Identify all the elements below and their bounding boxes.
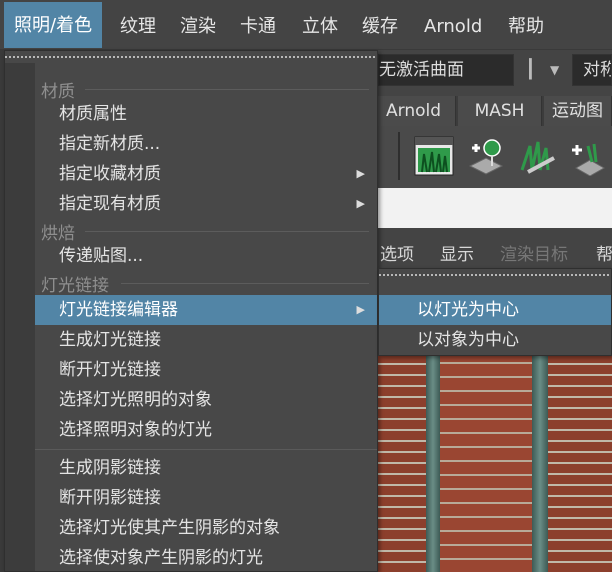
shelf-tabs: Arnold MASH 运动图 (378, 96, 612, 126)
menu-help[interactable]: 帮助 (498, 8, 554, 46)
add-scatter-icon[interactable] (568, 136, 608, 177)
shelf (378, 126, 612, 188)
menu-item-label: 灯光链接编辑器 (59, 300, 178, 320)
live-surface-field[interactable]: 无激活曲面 (378, 54, 514, 86)
chevron-down-icon[interactable]: ▼ (550, 56, 566, 84)
submenu-arrow-icon: ▶ (356, 303, 365, 316)
pillar (426, 356, 440, 572)
menu-arnold[interactable]: Arnold (414, 8, 492, 46)
menu-item-select-lights-illuminating[interactable]: 选择照明对象的灯光 (35, 415, 377, 445)
menu-item-label: 指定收藏材质 (59, 164, 161, 184)
pillar (532, 356, 548, 572)
menu-item-select-shadow-lights[interactable]: 选择使对象产生阴影的灯光 (35, 543, 377, 572)
submenu-arrow-icon: ▶ (356, 167, 365, 180)
shelf-tab-arnold[interactable]: Arnold (378, 96, 456, 126)
menu-item-transfer-maps[interactable]: 传递贴图... (35, 241, 377, 271)
shelf-tab-mash[interactable]: MASH (458, 96, 542, 126)
menu-item-label: 指定现有材质 (59, 194, 161, 214)
menu-toon[interactable]: 卡通 (230, 8, 286, 46)
menu-item-select-shadow-objects[interactable]: 选择灯光使其产生阴影的对象 (35, 513, 377, 543)
panel-menu-render-target[interactable]: 渲染目标 (500, 240, 568, 265)
lighting-shading-menu: 材质 材质属性 指定新材质... 指定收藏材质 ▶ 指定现有材质 ▶ 烘焙 传递… (4, 50, 378, 572)
menu-divider (35, 449, 377, 450)
separator-handle-icon: ┃ (525, 59, 536, 80)
menu-cache[interactable]: 缓存 (352, 8, 408, 46)
timeline-strip[interactable] (378, 188, 612, 228)
menu-item-break-light-links[interactable]: 断开灯光链接 (35, 355, 377, 385)
submenu-item-light-centric[interactable]: 以灯光为中心 (379, 295, 611, 325)
menu-item-light-linking-editor[interactable]: 灯光链接编辑器 ▶ (35, 295, 377, 325)
viewport[interactable] (378, 356, 612, 572)
main-menubar: 照明/着色 纹理 渲染 卡通 立体 缓存 Arnold 帮助 (0, 0, 612, 50)
menu-item-assign-existing-material[interactable]: 指定现有材质 ▶ (35, 189, 377, 219)
grass-window-icon[interactable] (414, 136, 454, 176)
menu-item-assign-favorite-material[interactable]: 指定收藏材质 ▶ (35, 159, 377, 189)
menu-item-assign-new-material[interactable]: 指定新材质... (35, 129, 377, 159)
menu-item-make-light-links[interactable]: 生成灯光链接 (35, 325, 377, 355)
submenu-item-object-centric[interactable]: 以对象为中心 (379, 325, 611, 355)
menu-lighting-shading[interactable]: 照明/着色 (4, 2, 103, 48)
section-light-linking: 灯光链接 (41, 276, 109, 296)
section-divider (85, 89, 369, 90)
menu-gutter (5, 63, 35, 571)
submenu-tearoff[interactable] (379, 269, 611, 281)
menu-item-material-attributes[interactable]: 材质属性 (35, 99, 377, 129)
brick-wall (440, 356, 532, 572)
panel-menu-options[interactable]: 选项 (380, 240, 414, 265)
submenu-arrow-icon: ▶ (356, 197, 365, 210)
menu-item-select-objects-illuminated[interactable]: 选择灯光照明的对象 (35, 385, 377, 415)
brick-wall (548, 356, 612, 572)
menu-texturing[interactable]: 纹理 (110, 8, 166, 46)
menu-item-make-shadow-links[interactable]: 生成阴影链接 (35, 453, 377, 483)
brick-wall (378, 356, 426, 572)
shelf-tab-motion-graphics[interactable]: 运动图 (544, 96, 612, 126)
section-divider (121, 283, 369, 284)
panel-menu: 选项 显示 渲染目标 帮 (378, 234, 612, 270)
panel-menu-display[interactable]: 显示 (440, 240, 474, 265)
menu-tearoff[interactable] (5, 51, 377, 63)
menu-render[interactable]: 渲染 (170, 8, 226, 46)
scatter-tree-icon[interactable] (466, 136, 506, 176)
menu-item-break-shadow-links[interactable]: 断开阴影链接 (35, 483, 377, 513)
section-divider (85, 231, 369, 232)
panel-menu-help[interactable]: 帮 (596, 240, 612, 265)
light-linking-editor-submenu: 以灯光为中心 以对象为中心 (378, 268, 612, 356)
symmetry-field[interactable]: 对称 (572, 54, 612, 86)
grass-brush-icon[interactable] (518, 136, 558, 176)
shelf-separator (398, 132, 400, 180)
menu-stereo[interactable]: 立体 (292, 8, 348, 46)
